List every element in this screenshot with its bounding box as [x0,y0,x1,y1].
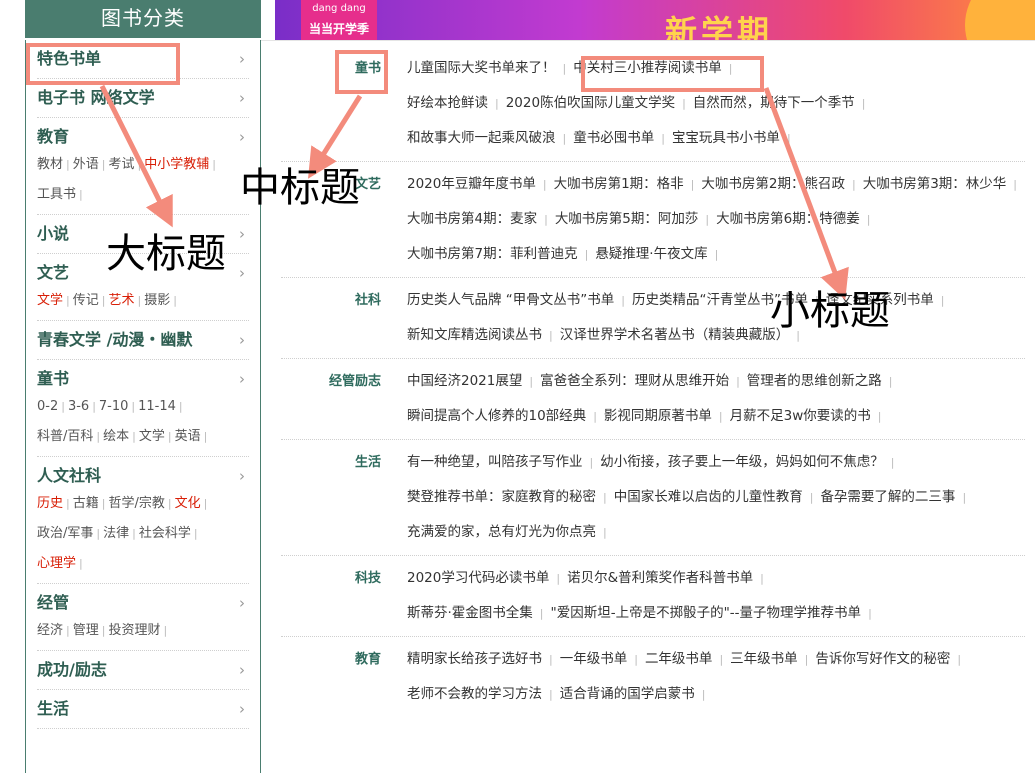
annotation-label-small: 小标题 [770,288,890,334]
annotation-arrow-mid [308,94,363,179]
annotation-arrow-big [99,84,173,228]
annotation-arrows [99,84,849,301]
annotation-label-mid: 中标题 [240,165,360,211]
annotation-arrow-small [763,87,849,301]
annotation-label-big: 大标题 [106,231,226,277]
